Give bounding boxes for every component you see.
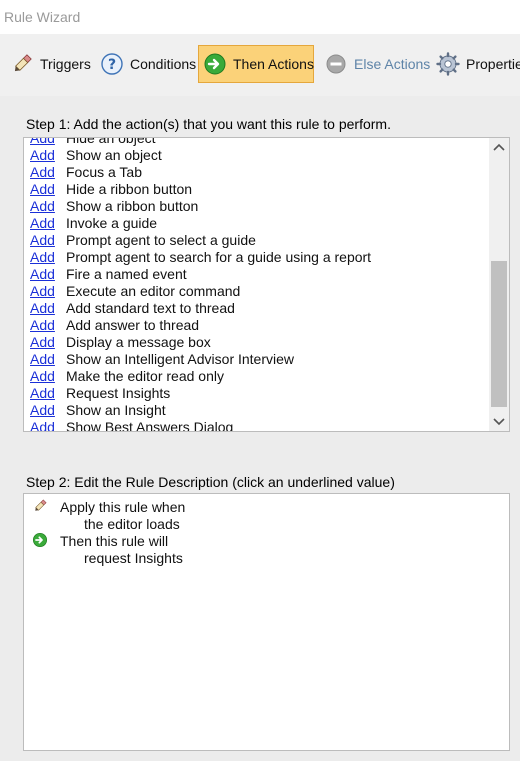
action-label: Make the editor read only (66, 368, 224, 384)
action-label: Show an Insight (66, 402, 166, 418)
action-label: Show Best Answers Dialog (66, 419, 234, 432)
desc-then-will: Then this rule will (60, 533, 169, 549)
green-arrow-icon (203, 52, 227, 76)
add-action-link[interactable]: Add (24, 138, 66, 147)
list-item: Add Show an object (24, 147, 489, 164)
action-label: Focus a Tab (66, 164, 143, 180)
add-action-link[interactable]: Add (24, 147, 66, 164)
list-item: Add Show an Intelligent Advisor Interview (24, 351, 489, 368)
wizard-toolbar: Triggers ? Conditions Then Actions Else … (0, 34, 520, 96)
add-action-link[interactable]: Add (24, 385, 66, 402)
list-item: Add Display a message box (24, 334, 489, 351)
list-item: Add Prompt agent to select a guide (24, 232, 489, 249)
window-title: Rule Wizard (4, 9, 81, 25)
action-label: Hide an object (66, 137, 156, 146)
action-label: Show an Intelligent Advisor Interview (66, 351, 295, 367)
gear-icon (436, 52, 460, 76)
add-action-link[interactable]: Add (24, 334, 66, 351)
action-label: Request Insights (66, 385, 171, 401)
list-item: Add Hide an object (24, 137, 489, 147)
scroll-thumb[interactable] (491, 261, 507, 407)
list-item: Add Execute an editor command (24, 283, 489, 300)
minus-circle-icon (324, 52, 348, 76)
list-item: Add Invoke a guide (24, 215, 489, 232)
svg-text:?: ? (108, 57, 116, 73)
desc-trigger-value: the editor loads (84, 516, 180, 532)
question-icon: ? (100, 52, 124, 76)
scroll-up-button[interactable] (489, 138, 509, 156)
chevron-up-icon (493, 143, 505, 151)
add-action-link[interactable]: Add (24, 317, 66, 334)
actions-list[interactable]: Add Hide an object Add Show an object Add Foc… (23, 137, 510, 432)
scroll-down-button[interactable] (489, 413, 509, 431)
green-arrow-icon (32, 532, 48, 548)
tab-label: Conditions (130, 56, 197, 72)
list-item: Add Make the editor read only (24, 368, 489, 385)
tab-triggers[interactable]: Triggers (6, 45, 95, 83)
list-item: Add Fire a named event (24, 266, 489, 283)
list-item: Add Show a ribbon button (24, 198, 489, 215)
tab-conditions[interactable]: ? Conditions (96, 45, 200, 83)
add-action-link[interactable]: Add (24, 402, 66, 419)
tab-properties[interactable]: Properties (432, 45, 520, 83)
add-action-link[interactable]: Add (24, 300, 66, 317)
tab-label: Triggers (40, 56, 91, 72)
add-action-link[interactable]: Add (24, 215, 66, 232)
add-action-link[interactable]: Add (24, 419, 66, 431)
add-action-link[interactable]: Add (24, 181, 66, 198)
list-item: Add Focus a Tab (24, 164, 489, 181)
add-action-link[interactable]: Add (24, 249, 66, 266)
list-item: Add Add standard text to thread (24, 300, 489, 317)
list-item: Add Prompt agent to search for a guide us… (24, 249, 489, 266)
desc-action-value: request Insights (84, 550, 183, 566)
action-label: Show a ribbon button (66, 198, 199, 214)
action-label: Prompt agent to select a guide (66, 232, 256, 248)
actions-scrollbar[interactable] (489, 138, 509, 431)
add-action-link[interactable]: Add (24, 351, 66, 368)
action-label: Display a message box (66, 334, 211, 350)
add-action-link[interactable]: Add (24, 164, 66, 181)
action-label: Prompt agent to search for a guide using… (66, 249, 372, 265)
list-item: Add Request Insights (24, 385, 489, 402)
list-item: Add Show an Insight (24, 402, 489, 419)
tab-then-actions[interactable]: Then Actions (198, 45, 314, 83)
action-label: Fire a named event (66, 266, 187, 282)
action-label: Add answer to thread (66, 317, 200, 333)
add-action-link[interactable]: Add (24, 283, 66, 300)
list-item: Add Show Best Answers Dialog (24, 419, 489, 432)
pencil-eraser-icon (32, 498, 48, 514)
add-action-link[interactable]: Add (24, 198, 66, 215)
add-action-link[interactable]: Add (24, 266, 66, 283)
action-label: Execute an editor command (66, 283, 241, 299)
actions-rows: Add Hide an object Add Show an object Add Foc… (24, 137, 489, 432)
chevron-down-icon (493, 418, 505, 426)
action-label: Show an object (66, 147, 162, 163)
title-bar: Rule Wizard (0, 0, 520, 34)
step1-label: Step 1: Add the action(s) that you want … (26, 116, 391, 132)
pencil-eraser-icon (10, 52, 34, 76)
tab-label: Then Actions (233, 56, 314, 72)
list-item: Add Hide a ribbon button (24, 181, 489, 198)
list-item: Add Add answer to thread (24, 317, 489, 334)
tab-label: Else Actions (354, 56, 431, 72)
action-label: Hide a ribbon button (66, 181, 193, 197)
action-label: Invoke a guide (66, 215, 158, 231)
add-action-link[interactable]: Add (24, 232, 66, 249)
step2-label: Step 2: Edit the Rule Description (click… (26, 474, 395, 490)
tab-else-actions[interactable]: Else Actions (320, 45, 434, 83)
action-label: Add standard text to thread (66, 300, 235, 316)
desc-apply-when: Apply this rule when (60, 499, 186, 515)
rule-description: Apply this rule when the editor loads Th… (23, 493, 510, 751)
add-action-link[interactable]: Add (24, 368, 66, 385)
tab-label: Properties (466, 56, 520, 72)
